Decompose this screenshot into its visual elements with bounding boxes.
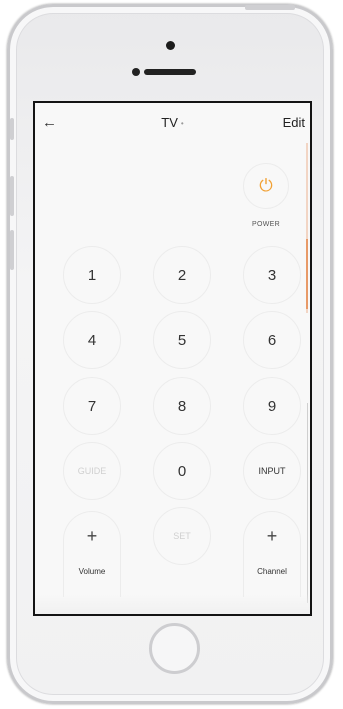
key-5[interactable]: 5 <box>153 311 211 369</box>
scrollbar-lower-track <box>307 403 308 603</box>
key-1[interactable]: 1 <box>63 246 121 304</box>
earpiece-speaker <box>144 69 196 75</box>
title-text: TV <box>161 115 178 130</box>
front-camera <box>166 41 175 50</box>
sleep-button <box>245 5 295 10</box>
volume-label: Volume <box>78 567 106 576</box>
key-4[interactable]: 4 <box>63 311 121 369</box>
home-button[interactable] <box>149 623 200 674</box>
power-button[interactable]: ⏻ <box>243 163 289 209</box>
volume-up-button <box>10 176 14 216</box>
guide-button[interactable]: GUIDE <box>63 442 121 500</box>
key-2[interactable]: 2 <box>153 246 211 304</box>
scrollbar-thumb[interactable] <box>306 239 308 309</box>
title-indicator-icon: • <box>180 119 184 129</box>
mute-switch <box>10 118 14 140</box>
input-button[interactable]: INPUT <box>243 442 301 500</box>
key-9[interactable]: 9 <box>243 377 301 435</box>
key-0[interactable]: 0 <box>153 442 211 500</box>
key-3[interactable]: 3 <box>243 246 301 304</box>
power-icon: ⏻ <box>259 176 273 195</box>
volume-up-button[interactable]: + <box>64 526 120 547</box>
channel-label: Channel <box>257 567 287 576</box>
top-bar: ← TV • Edit <box>35 103 310 141</box>
edit-button[interactable]: Edit <box>283 115 305 130</box>
channel-rocker: + Channel <box>243 511 301 597</box>
set-button[interactable]: SET <box>153 507 211 565</box>
key-8[interactable]: 8 <box>153 377 211 435</box>
bottom-fade <box>35 594 310 614</box>
power-label: POWER <box>252 221 280 228</box>
volume-down-button <box>10 230 14 270</box>
page-title: TV • <box>35 115 310 130</box>
app-screen: ← TV • Edit ⏻ POWER 1 2 3 4 5 6 7 8 9 GUI… <box>33 101 312 616</box>
sensor <box>132 68 140 76</box>
volume-rocker: + Volume <box>63 511 121 597</box>
key-7[interactable]: 7 <box>63 377 121 435</box>
channel-up-button[interactable]: + <box>244 526 300 547</box>
key-6[interactable]: 6 <box>243 311 301 369</box>
